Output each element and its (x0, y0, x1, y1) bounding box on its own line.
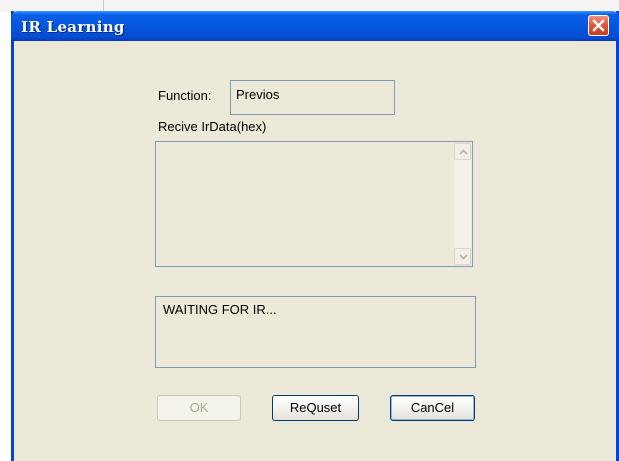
scroll-down-button[interactable] (454, 248, 471, 265)
request-button[interactable]: ReQuset (272, 395, 359, 421)
receive-data-label: Recive IrData(hex) (158, 119, 267, 134)
function-value: Previos (236, 87, 280, 102)
status-text: WAITING FOR IR... (163, 302, 277, 317)
close-button[interactable] (588, 15, 609, 36)
function-label: Function: (158, 88, 212, 103)
status-box: WAITING FOR IR... (155, 296, 476, 368)
window-title: IR Learning (21, 18, 125, 36)
ok-button[interactable]: OK (157, 395, 241, 421)
chevron-down-icon (459, 254, 468, 260)
receive-data-textarea[interactable] (155, 141, 473, 267)
chevron-up-icon (459, 149, 468, 155)
receive-data-scrollbar[interactable] (454, 143, 471, 265)
cancel-button[interactable]: CanCel (390, 395, 475, 421)
scroll-up-button[interactable] (454, 143, 471, 160)
title-bar[interactable]: IR Learning (11, 11, 619, 41)
ir-learning-dialog: IR Learning Function: Previos Recive IrD… (11, 11, 619, 461)
close-icon (592, 19, 605, 32)
function-field[interactable]: Previos (230, 80, 395, 115)
